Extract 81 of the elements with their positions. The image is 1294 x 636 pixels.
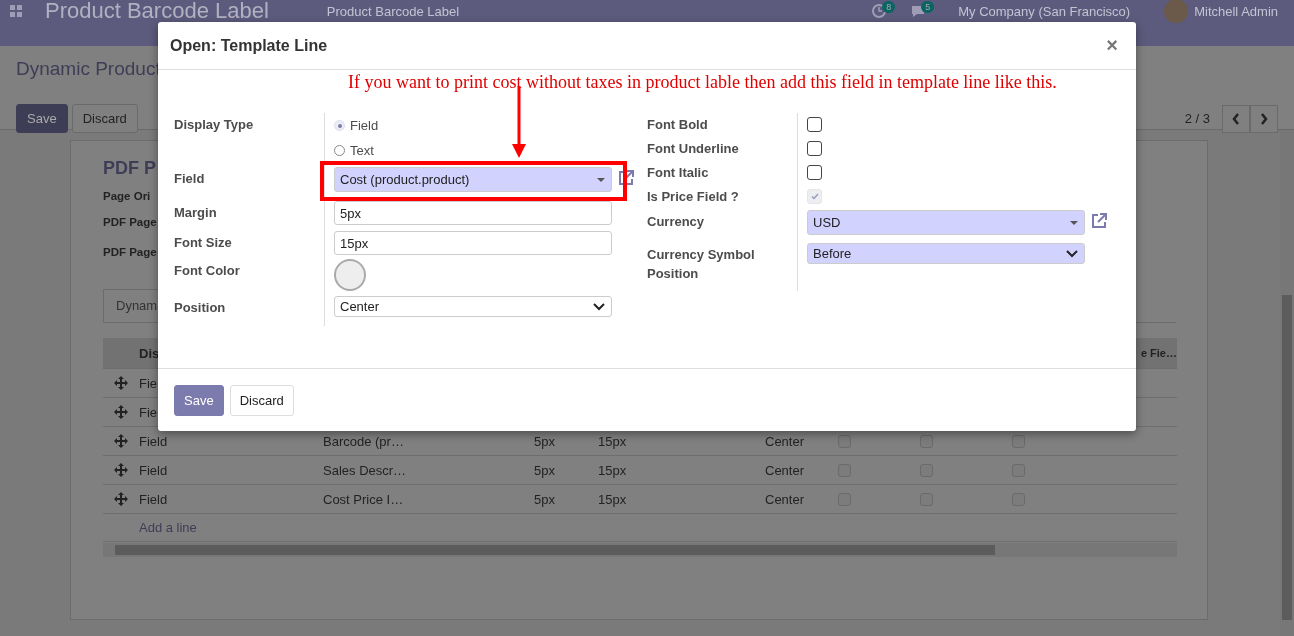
field-label: Currency — [647, 213, 706, 231]
add-line-link[interactable]: Add a line — [139, 520, 197, 535]
table-cell-text: Center — [765, 491, 806, 507]
app-title: Product Barcode Label — [45, 0, 269, 22]
radio-label: Text — [350, 143, 374, 158]
field-label: PDF Page — [103, 215, 157, 230]
table-cell-text: Field — [139, 491, 169, 507]
table-cell-text: Center — [765, 433, 806, 449]
table-cell-text: Fie — [139, 375, 159, 391]
checkbox[interactable] — [920, 434, 933, 448]
field-label: Position — [174, 299, 227, 317]
column-header[interactable]: e Fie… — [1140, 347, 1177, 359]
table-cell-text: 15px — [598, 462, 628, 478]
checkbox[interactable] — [807, 165, 822, 180]
field-label: Font Bold — [647, 116, 709, 134]
chevron-left-icon — [1232, 112, 1240, 125]
table-cell-text: Center — [765, 462, 806, 478]
field-label: PDF Page — [103, 245, 157, 260]
table-cell-text: 5px — [534, 491, 556, 507]
table-cell-text: 15px — [598, 491, 628, 507]
move-icon[interactable] — [114, 405, 128, 419]
close-button[interactable]: × — [1100, 34, 1124, 57]
move-icon[interactable] — [114, 492, 128, 506]
field-label: Font Size — [174, 234, 233, 252]
checkbox[interactable] — [807, 117, 822, 132]
move-icon[interactable] — [114, 434, 128, 448]
select-field[interactable]: Before — [807, 243, 1085, 264]
table-cell-text: 15px — [598, 433, 628, 449]
table-cell-text: Field — [139, 462, 169, 478]
count-badge: 5 — [921, 1, 935, 13]
clock-icon[interactable] — [872, 4, 887, 18]
table-cell-text: Sales Descr… — [323, 462, 408, 478]
horizontal-scrollbar[interactable] — [103, 543, 1177, 557]
field-label: Display Type — [174, 116, 255, 134]
pager-counter: 2 / 3 — [1184, 111, 1210, 126]
company-switcher[interactable]: My Company (San Francisco) — [958, 3, 1131, 19]
external-link-icon[interactable] — [617, 169, 635, 187]
field-label: Font Color — [174, 262, 241, 280]
radio-label: Field — [350, 118, 379, 133]
chevron-down-icon — [593, 302, 605, 311]
table-cell-text: Barcode (pr… — [323, 433, 405, 449]
chevron-down-icon — [1066, 249, 1078, 258]
dialog-button[interactable]: Save — [174, 384, 224, 416]
field-label: Is Price Field ? — [647, 188, 740, 206]
check-icon — [810, 193, 819, 200]
user-menu[interactable]: Mitchell Admin — [1194, 3, 1278, 19]
checkbox[interactable] — [807, 141, 822, 156]
checkbox[interactable] — [838, 434, 851, 448]
field-label: Margin — [174, 204, 218, 222]
table-cell-text: 5px — [534, 433, 556, 449]
form-button[interactable]: Discard — [71, 104, 138, 133]
field-label: Font Italic — [647, 164, 710, 182]
input-field[interactable]: 15px — [334, 231, 612, 255]
menu-item[interactable]: Product Barcode Label — [326, 0, 460, 22]
field-label: Font Underline — [647, 140, 740, 158]
table-cell-text: 5px — [534, 462, 556, 478]
column-header[interactable]: Dis — [103, 345, 160, 361]
move-icon[interactable] — [114, 463, 128, 477]
dialog-button[interactable]: Discard — [229, 384, 294, 416]
next-button[interactable] — [1250, 104, 1278, 133]
input-field[interactable]: 5px — [334, 201, 612, 225]
dropdown-field[interactable]: USD — [807, 210, 1085, 235]
table-cell-text: Cost Price I… — [323, 491, 405, 507]
count-badge: 8 — [882, 1, 896, 13]
select-field[interactable]: Center — [334, 296, 612, 317]
annotation-text: If you want to print cost without taxes in product lable then add this field in template line like this. — [347, 72, 1058, 94]
field-label: Field — [174, 170, 206, 188]
external-link-icon[interactable] — [1090, 212, 1108, 230]
table-cell-text: Field — [139, 433, 169, 449]
dialog-title: Open: Template Line — [170, 36, 328, 55]
move-icon[interactable] — [114, 376, 128, 390]
previous-button[interactable] — [1222, 104, 1250, 133]
field-label: Currency Symbol Position — [647, 246, 756, 283]
form-button[interactable]: Save — [16, 104, 68, 133]
sheet-title: PDF P — [103, 157, 156, 180]
table-cell-text: Fie — [139, 404, 159, 420]
dropdown-field[interactable]: Cost (product.product) — [334, 167, 612, 192]
chevron-right-icon — [1260, 112, 1268, 125]
field-label: Page Ori — [103, 189, 151, 204]
checkbox[interactable] — [1012, 434, 1025, 448]
color-swatch[interactable] — [334, 259, 366, 291]
